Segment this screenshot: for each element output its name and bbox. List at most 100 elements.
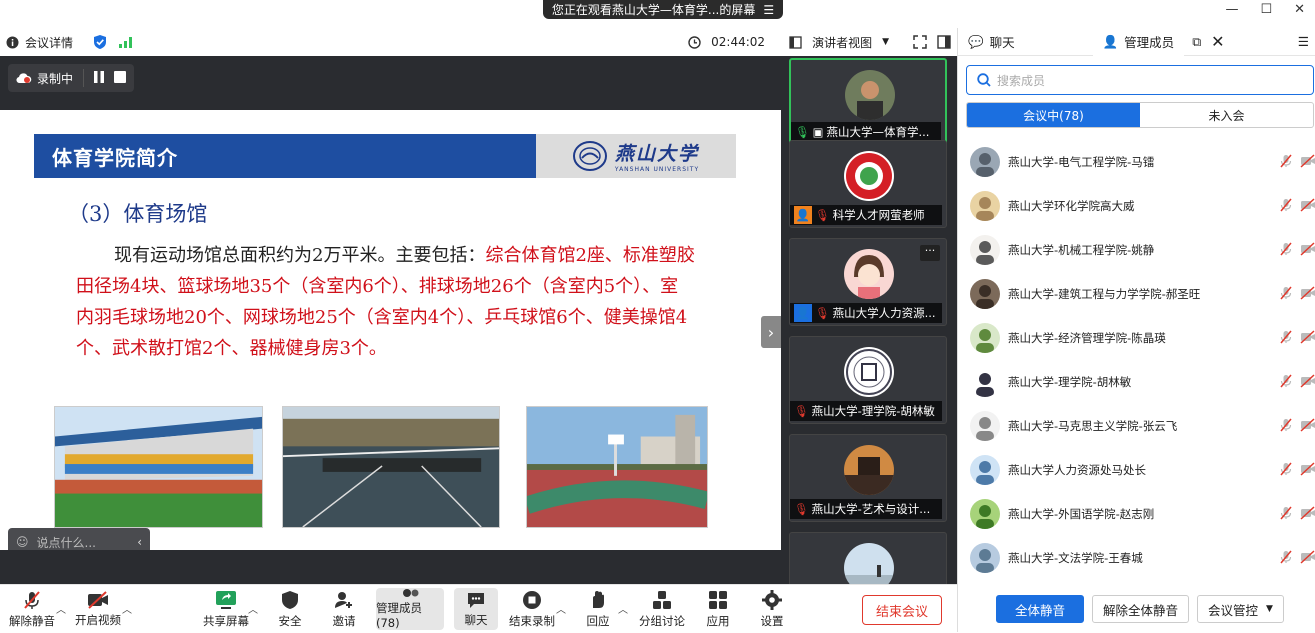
mic-muted-icon[interactable]: [1280, 374, 1292, 391]
video-tile[interactable]: 🎙 燕山大学-艺术与设计...: [789, 434, 947, 522]
members-icon: [403, 589, 419, 597]
manage-members-label: 管理成员(78): [376, 601, 422, 630]
meeting-details-link[interactable]: 会议详情: [25, 34, 73, 51]
close-panel-icon[interactable]: ✕: [1211, 32, 1224, 51]
apps-button[interactable]: 应用: [700, 585, 736, 633]
video-tile[interactable]: 👤 🎙 科学人才网萤老师: [789, 140, 947, 228]
close-window-button[interactable]: ✕: [1294, 2, 1305, 17]
info-icon[interactable]: [6, 36, 19, 49]
chat-quick-input[interactable]: ☺ 说点什么... ‹: [8, 528, 150, 550]
menu-icon[interactable]: ☰: [763, 3, 774, 17]
mic-muted-icon[interactable]: [1280, 154, 1292, 171]
unmute-all-button[interactable]: 解除全体静音: [1092, 595, 1190, 623]
fullscreen-icon[interactable]: [913, 35, 927, 49]
view-mode-dropdown[interactable]: 演讲者视图: [812, 34, 872, 51]
cohost-tag-icon: 👤: [794, 304, 812, 322]
panel-menu-icon[interactable]: ☰: [1298, 34, 1309, 49]
video-off-icon[interactable]: [1300, 461, 1315, 479]
share-screen-button[interactable]: 共享屏幕: [200, 585, 252, 633]
minimize-button[interactable]: —: [1225, 2, 1238, 17]
stadium-photo: [54, 406, 263, 528]
unmute-button[interactable]: 解除静音: [8, 585, 56, 633]
view-layout-icon[interactable]: [789, 35, 802, 49]
video-off-icon[interactable]: [1300, 241, 1315, 259]
mic-muted-icon[interactable]: [1280, 418, 1292, 435]
tab-chat[interactable]: 💬 聊天: [958, 28, 1025, 56]
video-off-icon[interactable]: [1300, 285, 1315, 303]
more-options-icon[interactable]: ···: [920, 245, 940, 261]
member-row[interactable]: 燕山大学-机械工程学院-姚静: [958, 228, 1315, 272]
tab-members[interactable]: 👤 管理成员: [1092, 27, 1185, 56]
tab-in-meeting[interactable]: 会议中(78): [967, 103, 1140, 127]
mic-muted-icon[interactable]: [1280, 462, 1292, 479]
chevron-up-icon[interactable]: ︿: [618, 601, 628, 616]
settings-label: 设置: [760, 613, 784, 628]
mic-muted-icon[interactable]: [1280, 286, 1292, 303]
video-off-icon[interactable]: [1300, 329, 1315, 347]
shield-icon: [282, 590, 298, 609]
member-row[interactable]: 燕山大学-外国语学院-赵志刚: [958, 492, 1315, 536]
sidebar-toggle-icon[interactable]: [937, 35, 951, 49]
signal-icon[interactable]: [119, 36, 133, 48]
member-row[interactable]: 燕山大学人力资源处马处长: [958, 448, 1315, 492]
video-off-icon[interactable]: [1300, 505, 1315, 523]
pause-record-icon[interactable]: [94, 70, 105, 86]
mic-muted-icon[interactable]: [1280, 550, 1292, 567]
member-search-input[interactable]: 搜索成员: [966, 65, 1314, 95]
breakout-rooms-button[interactable]: 分组讨论: [638, 585, 686, 633]
stop-record-icon[interactable]: [114, 70, 127, 86]
member-row[interactable]: 燕山大学-建筑工程与力学学院-郝圣旺: [958, 272, 1315, 316]
panel-footer: 全体静音 解除全体静音 会议管控 ▼: [958, 586, 1315, 632]
react-button[interactable]: 回应: [582, 585, 614, 633]
mic-muted-icon: [24, 590, 40, 609]
tile-name: 科学人才网萤老师: [832, 208, 925, 222]
popout-icon[interactable]: ⧉: [1192, 34, 1201, 50]
collapse-chevron-icon[interactable]: ‹: [137, 535, 142, 549]
video-tile[interactable]: 🎙 ▣ 燕山大学—体育学...: [789, 58, 947, 146]
chevron-up-icon[interactable]: ︿: [56, 601, 66, 616]
member-row[interactable]: 燕山大学-马克思主义学院-张云飞: [958, 404, 1315, 448]
member-row[interactable]: 燕山大学-理学院-胡林敏: [958, 360, 1315, 404]
mute-all-button[interactable]: 全体静音: [996, 595, 1084, 623]
member-row[interactable]: 燕山大学-电气工程学院-马镭: [958, 140, 1315, 184]
end-recording-label: 结束录制: [509, 613, 555, 628]
mic-muted-icon[interactable]: [1280, 198, 1292, 215]
expand-chevron-icon[interactable]: ›: [761, 316, 781, 348]
video-off-icon[interactable]: [1300, 153, 1315, 171]
chevron-up-icon[interactable]: ︿: [122, 601, 132, 616]
mic-muted-icon[interactable]: [1280, 242, 1292, 259]
chevron-up-icon[interactable]: ︿: [248, 601, 258, 616]
manage-members-button[interactable]: 管理成员(78): [376, 588, 444, 630]
video-tile[interactable]: [789, 532, 947, 584]
chevron-down-icon[interactable]: ▼: [882, 37, 889, 47]
chat-button[interactable]: 聊天: [454, 588, 498, 630]
invite-button[interactable]: 邀请: [326, 585, 362, 633]
react-label: 回应: [586, 613, 610, 628]
emoji-icon[interactable]: ☺: [16, 535, 29, 549]
settings-button[interactable]: 设置: [754, 585, 790, 633]
member-row[interactable]: 燕山大学-文法学院-王春城: [958, 536, 1315, 578]
security-button[interactable]: 安全: [272, 585, 308, 633]
tab-not-joined[interactable]: 未入会: [1140, 103, 1313, 127]
avatar: [844, 445, 894, 495]
video-tile[interactable]: ··· 👤 🎙 燕山大学人力资源...: [789, 238, 947, 326]
member-name: 燕山大学人力资源处马处长: [1008, 463, 1146, 477]
meeting-control-button[interactable]: 会议管控 ▼: [1197, 595, 1284, 623]
video-tile[interactable]: 🎙 燕山大学-理学院-胡林敏: [789, 336, 947, 424]
video-off-icon[interactable]: [1300, 549, 1315, 567]
avatar: [970, 543, 1000, 573]
video-off-icon[interactable]: [1300, 417, 1315, 435]
end-recording-button[interactable]: 结束录制: [508, 585, 556, 633]
screen-share-banner[interactable]: 您正在观看燕山大学—体育学...的屏幕 ☰: [543, 0, 783, 19]
end-meeting-button[interactable]: 结束会议: [862, 595, 942, 625]
chevron-up-icon[interactable]: ︿: [556, 601, 566, 616]
member-row[interactable]: 燕山大学环化学院高大威: [958, 184, 1315, 228]
start-video-button[interactable]: 开启视频: [74, 585, 122, 633]
mic-muted-icon[interactable]: [1280, 330, 1292, 347]
security-shield-icon[interactable]: [93, 34, 107, 50]
member-row[interactable]: 燕山大学-经济管理学院-陈晶瑛: [958, 316, 1315, 360]
video-off-icon[interactable]: [1300, 197, 1315, 215]
maximize-button[interactable]: ☐: [1260, 2, 1272, 17]
video-off-icon[interactable]: [1300, 373, 1315, 391]
mic-muted-icon[interactable]: [1280, 506, 1292, 523]
